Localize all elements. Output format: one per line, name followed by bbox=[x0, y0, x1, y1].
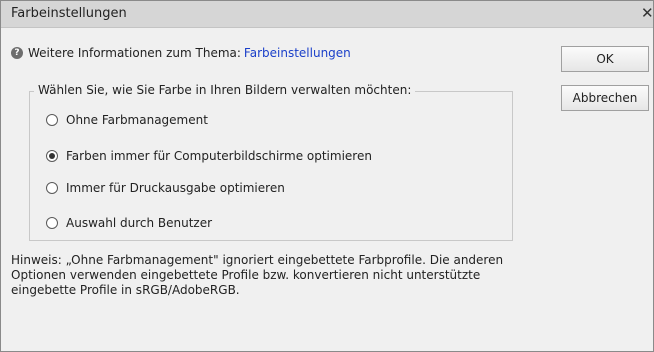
info-line: ? Weitere Informationen zum Thema: Farbe… bbox=[11, 46, 351, 60]
hint-line: eingebette Profile in sRGB/AdobeRGB. bbox=[11, 283, 240, 297]
info-text: Weitere Informationen zum Thema: bbox=[28, 46, 241, 60]
radio-option-no-color-management[interactable]: Ohne Farbmanagement bbox=[46, 112, 208, 128]
radio-label: Immer für Druckausgabe optimieren bbox=[66, 181, 285, 195]
color-settings-dialog: Farbeinstellungen ✕ ? Weitere Informatio… bbox=[0, 0, 654, 352]
dialog-title: Farbeinstellungen bbox=[11, 6, 127, 21]
hint-text: Hinweis: „Ohne Farbmanagement" ignoriert… bbox=[11, 253, 571, 298]
cancel-button[interactable]: Abbrechen bbox=[561, 85, 649, 111]
radio-option-user-choice[interactable]: Auswahl durch Benutzer bbox=[46, 215, 212, 231]
close-icon[interactable]: ✕ bbox=[641, 4, 654, 22]
hint-line: Optionen verwenden eingebettete Profile … bbox=[11, 268, 481, 282]
ok-button[interactable]: OK bbox=[561, 46, 649, 72]
radio-option-optimize-screen[interactable]: Farben immer für Computerbildschirme opt… bbox=[46, 148, 372, 164]
radio-button[interactable] bbox=[46, 182, 58, 194]
hint-line: Hinweis: „Ohne Farbmanagement" ignoriert… bbox=[11, 253, 504, 267]
title-bar[interactable]: Farbeinstellungen ✕ bbox=[1, 1, 654, 28]
radio-label: Auswahl durch Benutzer bbox=[66, 216, 213, 230]
group-legend: Wählen Sie, wie Sie Farbe in Ihren Bilde… bbox=[34, 83, 416, 97]
radio-label: Farben immer für Computerbildschirme opt… bbox=[66, 149, 372, 163]
radio-button[interactable] bbox=[46, 114, 58, 126]
radio-selected-dot bbox=[49, 153, 55, 159]
radio-label: Ohne Farbmanagement bbox=[66, 113, 208, 127]
help-icon: ? bbox=[11, 47, 23, 59]
radio-button[interactable] bbox=[46, 217, 58, 229]
radio-option-optimize-print[interactable]: Immer für Druckausgabe optimieren bbox=[46, 180, 285, 196]
info-link[interactable]: Farbeinstellungen bbox=[244, 46, 351, 60]
radio-button-selected[interactable] bbox=[46, 150, 58, 162]
